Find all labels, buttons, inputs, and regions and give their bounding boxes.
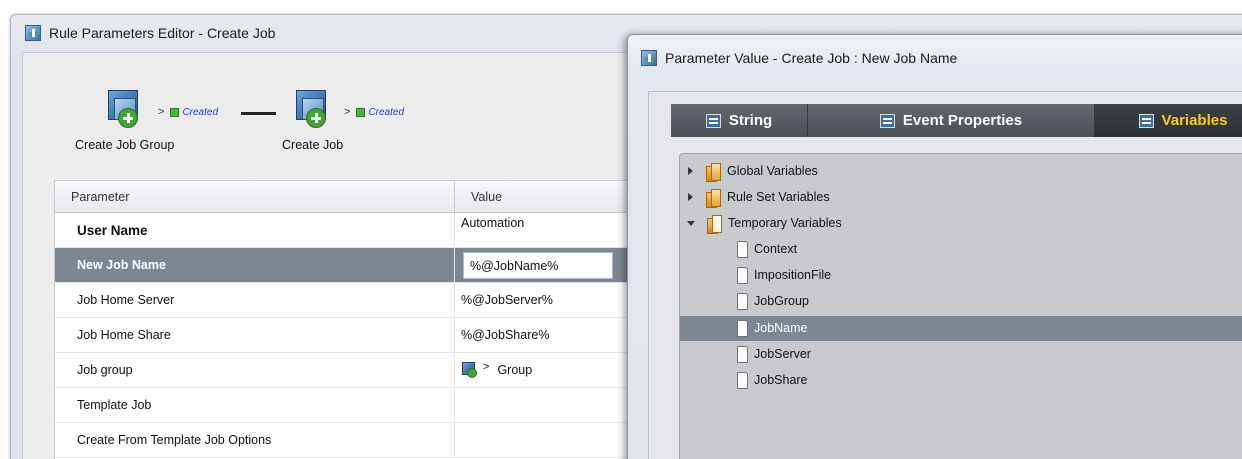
variable-icon — [735, 267, 748, 284]
parameter-value: Group — [497, 363, 533, 377]
tab-event-properties[interactable]: Event Properties — [808, 104, 1095, 137]
tree-item-label: JobGroup — [754, 294, 809, 308]
variable-icon — [735, 320, 748, 337]
tree-item-label: JobServer — [754, 347, 811, 361]
parameter-name: Job group — [55, 353, 455, 387]
collapse-arrow-icon[interactable] — [687, 220, 695, 226]
parameter-value: Automation — [461, 216, 525, 230]
tab-label: Variables — [1161, 112, 1228, 129]
parameter-value-cell: %@JobName% — [455, 248, 655, 282]
table-row[interactable]: Job Home Share %@JobShare% — [55, 318, 655, 353]
tab-label: Event Properties — [902, 112, 1023, 129]
table-row[interactable]: Job group > Group — [55, 353, 655, 388]
parameter-value: %@JobServer% — [461, 293, 553, 307]
create-job-group-icon — [104, 88, 146, 132]
table-row-selected[interactable]: New Job Name %@JobName% — [55, 248, 655, 283]
parameter-value-cell: > Group — [455, 353, 655, 387]
dialog-title-bar: Parameter Value - Create Job : New Job N… — [641, 48, 957, 68]
tree-item-impositionfile[interactable]: ImpositionFile — [735, 262, 831, 288]
tree-item-label: JobName — [754, 321, 808, 335]
tree-group-rule-set-variables[interactable]: Rule Set Variables — [688, 184, 830, 210]
table-row[interactable]: Template Job — [55, 388, 655, 423]
status-text: Created — [368, 106, 405, 118]
variables-icon — [1138, 113, 1154, 128]
variable-icon — [735, 372, 748, 389]
workflow-status-create-job-group: > Created — [158, 106, 218, 118]
tree-group-label: Temporary Variables — [728, 216, 842, 230]
parameter-name: Job Home Share — [55, 318, 455, 352]
parameter-value — [455, 423, 655, 457]
variables-tree: Global Variables Rule Set Variables Temp… — [679, 153, 1242, 459]
workflow-node-label: Create Job Group — [75, 138, 175, 152]
workflow-node-create-job-group[interactable]: Create Job Group — [75, 88, 174, 152]
app-icon — [25, 25, 41, 41]
chevron-right-icon: > — [158, 106, 165, 118]
tree-item-label: Context — [754, 242, 798, 256]
app-icon — [641, 50, 657, 66]
parameters-table: Parameter Value User Name Automation New… — [54, 180, 655, 459]
tree-group-global-variables[interactable]: Global Variables — [688, 158, 818, 184]
editor-window-title: Rule Parameters Editor - Create Job — [49, 25, 276, 41]
tree-item-jobgroup[interactable]: JobGroup — [735, 288, 809, 314]
folder-icon — [706, 162, 721, 182]
editor-title-bar: Rule Parameters Editor - Create Job — [25, 23, 275, 43]
tree-item-label: ImpositionFile — [754, 268, 832, 282]
variable-icon — [735, 241, 748, 258]
tree-item-jobserver[interactable]: JobServer — [735, 341, 811, 367]
workflow-connector — [241, 112, 276, 115]
parameter-name: User Name — [55, 213, 455, 247]
new-job-name-input[interactable]: %@JobName% — [463, 252, 613, 279]
workflow-node-label: Create Job — [282, 138, 344, 152]
event-properties-icon — [879, 113, 895, 128]
screen: Rule Parameters Editor - Create Job Crea… — [0, 0, 1242, 459]
parameter-name: New Job Name — [55, 248, 455, 282]
folder-open-icon — [707, 214, 722, 234]
expand-arrow-icon[interactable] — [688, 193, 693, 201]
table-row[interactable]: User Name Automation — [55, 213, 655, 248]
expand-arrow-icon[interactable] — [688, 167, 693, 175]
parameter-name: Create From Template Job Options — [55, 423, 455, 457]
variable-icon — [735, 293, 748, 310]
tab-label: String — [728, 112, 773, 129]
column-header-value[interactable]: Value — [455, 181, 502, 212]
string-icon — [705, 113, 721, 128]
tab-variables[interactable]: Variables — [1095, 104, 1242, 137]
folder-icon — [706, 188, 721, 208]
tree-item-label: JobShare — [754, 373, 808, 387]
parameter-value-dialog: Parameter Value - Create Job : New Job N… — [627, 34, 1242, 459]
table-header: Parameter Value — [55, 181, 653, 213]
tab-bar: String Event Properties Variables — [671, 104, 1242, 137]
variable-icon — [735, 346, 748, 363]
checkbox-icon — [356, 107, 366, 117]
dialog-window-title: Parameter Value - Create Job : New Job N… — [665, 50, 958, 66]
chevron-right-icon: > — [344, 106, 351, 118]
workflow-node-create-job[interactable]: Create Job — [282, 88, 343, 152]
create-job-icon — [292, 88, 334, 132]
tab-string[interactable]: String — [671, 104, 808, 137]
chevron-right-icon: > — [483, 361, 490, 373]
tree-item-jobname-selected[interactable]: JobName — [735, 315, 808, 341]
checkbox-icon — [170, 107, 180, 117]
tree-group-label: Global Variables — [727, 164, 818, 178]
status-text: Created — [182, 106, 219, 118]
tree-group-temporary-variables[interactable]: Temporary Variables — [687, 210, 842, 236]
table-row[interactable]: Create From Template Job Options — [55, 423, 655, 458]
tree-item-context[interactable]: Context — [735, 236, 797, 262]
workflow-status-create-job: > Created — [344, 106, 404, 118]
parameter-name: Job Home Server — [55, 283, 455, 317]
parameter-name: Template Job — [55, 388, 455, 422]
parameter-value: %@JobShare% — [461, 328, 550, 342]
job-group-icon — [461, 362, 479, 378]
parameter-value — [455, 388, 655, 422]
column-header-parameter[interactable]: Parameter — [55, 181, 455, 212]
tree-item-jobshare[interactable]: JobShare — [735, 367, 808, 393]
table-row[interactable]: Job Home Server %@JobServer% — [55, 283, 655, 318]
tree-group-label: Rule Set Variables — [727, 190, 830, 204]
